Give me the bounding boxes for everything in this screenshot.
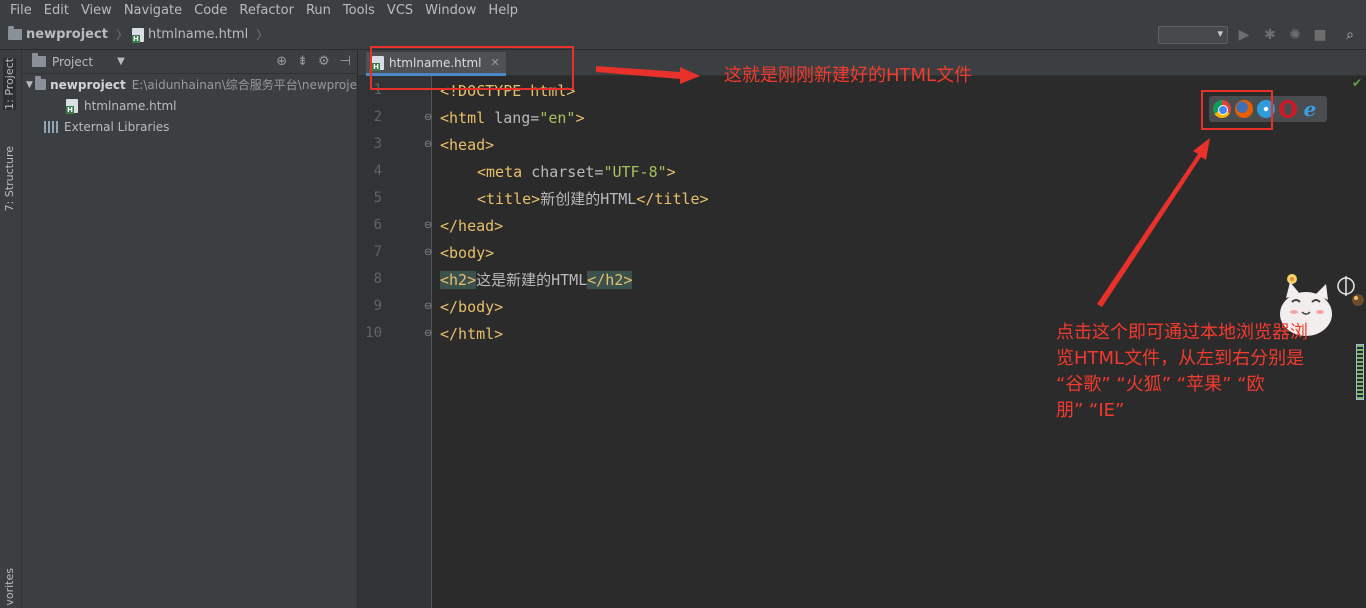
line-number: 3: [373, 136, 382, 152]
chevron-down-icon[interactable]: ▼: [26, 80, 35, 90]
menu-file[interactable]: File: [4, 3, 38, 18]
tab-structure-tool[interactable]: 7: Structure: [3, 146, 16, 211]
annotation-line: 览HTML文件，从左到右分别是: [1056, 348, 1305, 369]
code-line-3: <head>: [440, 136, 495, 154]
gear-icon[interactable]: ⚙: [318, 54, 330, 69]
menu-run[interactable]: Run: [300, 3, 337, 18]
annotation-line: 点击这个即可通过本地浏览器浏: [1056, 322, 1308, 343]
menu-window[interactable]: Window: [419, 3, 482, 18]
menu-code[interactable]: Code: [188, 3, 233, 18]
tree-item-project-root[interactable]: ▼ newproject E:\aidunhainan\综合服务平台\newpr…: [22, 74, 357, 95]
html-file-icon: [66, 98, 78, 114]
breadcrumb-project[interactable]: newproject: [8, 26, 108, 42]
tree-root-path: E:\aidunhainan\综合服务平台\newproje: [131, 78, 357, 92]
html-file-icon: [131, 27, 144, 43]
breadcrumb-project-label: newproject: [26, 27, 108, 42]
debug-icon[interactable]: ✱: [1262, 27, 1278, 43]
line-number: 4: [373, 163, 382, 179]
folder-icon: [8, 26, 22, 40]
line-number: 6: [373, 217, 382, 233]
line-number: 10: [365, 325, 382, 341]
tree-file-name: htmlname.html: [84, 98, 177, 113]
line-number: 2: [373, 109, 382, 125]
collapse-icon[interactable]: ⇟: [297, 54, 308, 69]
run-configuration-dropdown[interactable]: [1158, 26, 1228, 44]
line-number: 7: [373, 244, 382, 260]
code-line-8: <h2>这是新建的HTML</h2>: [440, 271, 633, 289]
editor-gutter: 1 2 3 4 5 6 7 8 9 10 ⊖ ⊖ ⊖ ⊖ ⊖ ⊖: [358, 76, 432, 608]
code-line-7: <body>: [440, 244, 495, 262]
run-icon[interactable]: ▶: [1236, 27, 1252, 43]
tree-root-name: newproject: [50, 77, 126, 92]
folder-icon: [35, 76, 47, 90]
breadcrumb-file-label: htmlname.html: [147, 27, 249, 42]
locate-icon[interactable]: ⊕: [276, 54, 287, 69]
project-view-dropdown-icon[interactable]: ▼: [117, 56, 125, 67]
tree-external-libraries: External Libraries: [64, 119, 170, 134]
breadcrumb-separator: 〉: [115, 28, 128, 42]
tree-item-external-libraries[interactable]: External Libraries: [22, 116, 357, 137]
project-panel: Project ▼ ⊕ ⇟ ⚙ ⊣ ▼ newproject E:\aidunh…: [22, 50, 358, 608]
hide-icon[interactable]: ⊣: [340, 54, 351, 69]
code-line-5: <title>新创建的HTML</title>: [477, 190, 709, 208]
menu-refactor[interactable]: Refactor: [233, 3, 300, 18]
menu-navigate[interactable]: Navigate: [118, 3, 188, 18]
code-line-4: <meta charset="UTF-8">: [477, 163, 676, 181]
project-view-label: Project: [52, 54, 94, 69]
stop-icon[interactable]: ■: [1312, 27, 1328, 43]
line-number: 8: [373, 271, 382, 287]
library-icon: [44, 120, 58, 133]
annotation-line: 朋” “IE”: [1056, 400, 1125, 421]
line-number: 9: [373, 298, 382, 314]
tab-favorites-tool[interactable]: vorites: [3, 568, 16, 606]
annotation-box-browsers: [1201, 90, 1273, 130]
folder-icon: [32, 53, 46, 67]
coverage-icon[interactable]: ✺: [1287, 27, 1303, 43]
menu-bar: File Edit View Navigate Code Refactor Ru…: [0, 0, 1366, 20]
search-icon[interactable]: ⌕: [1342, 27, 1358, 43]
menu-view[interactable]: View: [75, 3, 118, 18]
tree-item-htmlname[interactable]: htmlname.html: [22, 95, 357, 116]
code-line-6: </head>: [440, 217, 504, 235]
menu-help[interactable]: Help: [482, 3, 524, 18]
annotation-text-browsers: 点击这个即可通过本地浏览器浏 览HTML文件，从左到右分别是 “谷歌” “火狐”…: [1056, 320, 1362, 424]
project-panel-toolbar: ⊕ ⇟ ⚙ ⊣: [276, 54, 351, 69]
annotation-box-tab: [370, 46, 574, 90]
menu-vcs[interactable]: VCS: [381, 3, 419, 18]
breadcrumb-separator: 〉: [256, 28, 269, 42]
project-panel-header: Project ▼ ⊕ ⇟ ⚙ ⊣: [22, 50, 357, 74]
code-line-9: </body>: [440, 298, 504, 316]
line-number: 5: [373, 190, 382, 206]
menu-edit[interactable]: Edit: [38, 3, 75, 18]
code-line-10: </html>: [440, 325, 504, 343]
breadcrumb-file[interactable]: htmlname.html: [131, 27, 249, 43]
opera-icon[interactable]: [1279, 100, 1297, 118]
inspection-ok-icon: ✔: [1352, 76, 1363, 90]
tool-window-strip: 1: Project 7: Structure vorites: [0, 50, 22, 608]
code-line-2: <html lang="en">: [440, 109, 585, 127]
tab-project-tool[interactable]: 1: Project: [3, 58, 16, 110]
ie-icon[interactable]: e: [1301, 99, 1319, 119]
annotation-line: “谷歌” “火狐” “苹果” “欧: [1056, 374, 1265, 395]
menu-tools[interactable]: Tools: [337, 3, 381, 18]
annotation-text-new-file: 这就是刚刚新建好的HTML文件: [724, 65, 973, 86]
